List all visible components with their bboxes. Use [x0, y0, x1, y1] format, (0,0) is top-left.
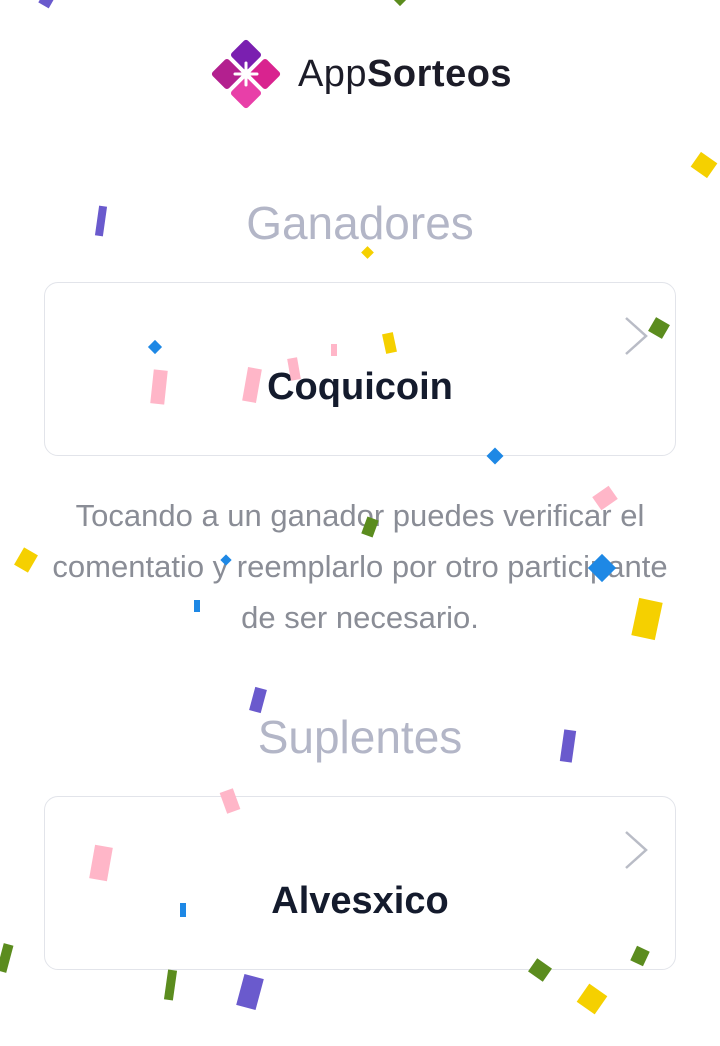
brand-name: AppSorteos — [298, 53, 512, 96]
confetti-piece — [576, 983, 608, 1015]
chevron-right-icon — [625, 317, 648, 355]
confetti-piece — [392, 0, 408, 7]
chevron-right-icon — [625, 831, 648, 869]
confetti-piece — [0, 943, 14, 973]
substitute-card[interactable]: Alvesxico — [44, 796, 676, 970]
hint-text: Tocando a un ganador puedes verificar el… — [52, 498, 668, 635]
app-header: AppSorteos — [0, 36, 720, 112]
brand-name-part1: App — [297, 52, 368, 95]
confetti-piece — [331, 344, 337, 356]
confetti-piece — [163, 969, 178, 1001]
appsorteos-logo-icon — [211, 39, 281, 109]
results-screen: AppSorteos Ganadores Coquicoin Tocando a… — [0, 0, 720, 1046]
winner-card[interactable]: Coquicoin — [44, 282, 676, 456]
brand-name-part2: Sorteos — [367, 52, 513, 95]
substitutes-title: Suplentes — [257, 711, 463, 763]
winners-title: Ganadores — [246, 197, 474, 249]
confetti-piece — [38, 0, 54, 9]
confetti-piece — [236, 973, 264, 1011]
confetti-piece — [194, 600, 200, 612]
confetti-piece — [14, 547, 38, 573]
confetti-piece — [690, 151, 718, 179]
substitute-name: Alvesxico — [271, 879, 449, 922]
confetti-piece — [180, 903, 186, 917]
